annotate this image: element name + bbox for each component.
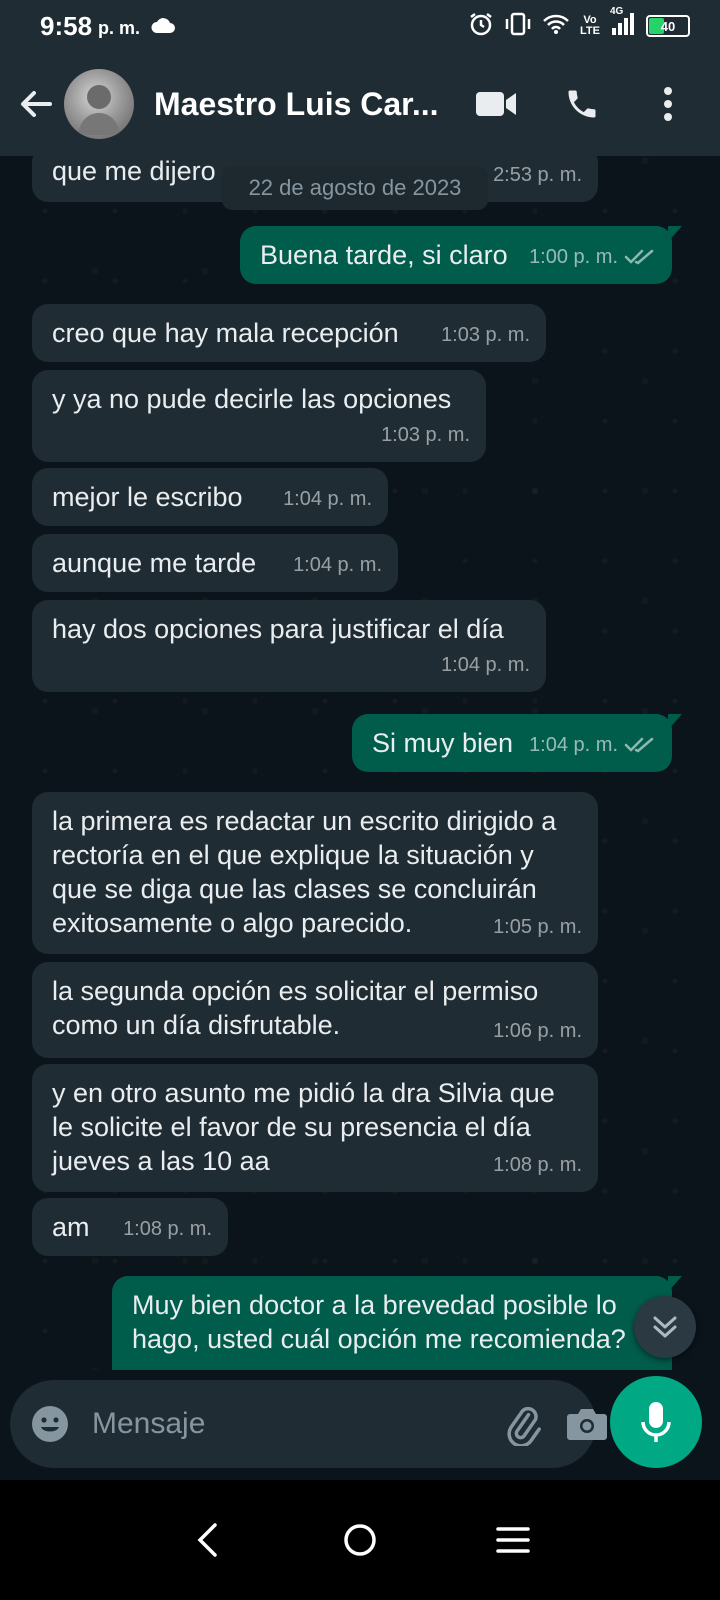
video-call-button[interactable] [472,80,520,128]
message-status: 1:00 p. m. [529,240,656,274]
voice-call-button[interactable] [558,80,606,128]
message-incoming[interactable]: aunque me tarde 1:04 p. m. [32,534,398,592]
double-check-icon [624,249,654,265]
double-check-icon [624,737,654,753]
message-time: 1:04 p. m. [293,554,382,576]
system-nav-bar [0,1480,720,1600]
message-input[interactable] [92,1407,478,1441]
more-vert-icon [664,87,672,121]
message-time: 1:00 p. m. [529,246,618,268]
status-bar: 9:58 p. m. Vo LTE 4G 40 [0,0,720,52]
emoji-button[interactable] [30,1402,70,1446]
more-options-button[interactable] [644,80,692,128]
message-outgoing[interactable]: Buena tarde, si claro 1:00 p. m. [240,226,682,284]
message-incoming[interactable]: am 1:08 p. m. [32,1198,228,1256]
battery-level: 40 [660,18,676,34]
message-time: 1:08 p. m. [123,1218,212,1240]
network-gen: 4G [610,5,624,17]
attach-icon [507,1406,541,1446]
message-incoming[interactable]: mejor le escribo 1:04 p. m. [32,468,388,526]
message-outgoing[interactable]: Si muy bien 1:04 p. m. [352,714,682,772]
message-time: 1:04 p. m. [441,654,530,676]
message-text: que me dijero [52,156,216,186]
message-incoming[interactable]: y en otro asunto me pidió la dra Silvia … [32,1064,598,1192]
message-text: creo que hay mala recepción [52,318,399,348]
contact-name[interactable]: Maestro Luis Car... [154,86,454,123]
volte-indicator: Vo LTE [580,15,600,37]
video-call-icon [476,92,516,116]
status-ampm: p. m. [98,17,141,38]
camera-button[interactable] [566,1399,608,1449]
message-time: 1:05 p. m. [493,916,582,938]
message-outgoing[interactable]: Muy bien doctor a la brevedad posible lo… [112,1276,682,1370]
message-time: 1:08 p. m. [493,1154,582,1176]
message-text: Muy bien doctor a la brevedad posible lo… [132,1290,626,1354]
message-time: 1:03 p. m. [441,324,530,346]
avatar[interactable] [64,69,134,139]
cloud-icon [150,16,176,39]
message-status: 1:04 p. m. [529,728,656,762]
nav-home-button[interactable] [330,1510,390,1570]
message-text: la segunda opción es solicitar el permis… [52,976,539,1040]
message-time: 2:53 p. m. [493,164,582,186]
message-incoming[interactable]: creo que hay mala recepción 1:03 p. m. [32,304,546,362]
alarm-icon [468,11,494,42]
message-time: 1:04 p. m. [283,488,372,510]
date-separator: 22 de agosto de 2023 [222,166,488,210]
message-incoming[interactable]: hay dos opciones para justificar el día … [32,600,546,692]
message-time: 1:04 p. m. [529,734,618,756]
emoji-icon [32,1406,68,1442]
message-text: Buena tarde, si claro [260,240,508,270]
message-time: 1:03 p. m. [381,424,470,446]
message-text: Si muy bien [372,728,514,758]
battery-icon: 40 [646,15,690,37]
signal-icon: 4G [610,6,636,41]
chevron-double-down-icon [653,1316,677,1338]
message-text: hay dos opciones para justificar el día [52,614,504,644]
nav-home-icon [344,1524,376,1556]
status-time: 9:58 [40,10,93,41]
message-incoming[interactable]: la segunda opción es solicitar el permis… [32,962,598,1058]
scroll-to-bottom-button[interactable] [634,1296,696,1358]
vibrate-icon [504,12,532,41]
wifi-icon [542,13,570,40]
phone-icon [568,90,596,118]
message-text: y en otro asunto me pidió la dra Silvia … [52,1078,555,1176]
attach-button[interactable] [500,1399,544,1449]
message-composer [10,1380,607,1468]
message-text: la primera es redactar un escrito dirigi… [52,806,557,938]
nav-recents-button[interactable] [483,1510,543,1570]
message-incoming[interactable]: y ya no pude decirle las opciones 1:03 p… [32,370,486,462]
nav-recents-icon [496,1527,531,1553]
message-text: y ya no pude decirle las opciones [52,384,452,414]
message-text: aunque me tarde [52,548,257,578]
back-button[interactable] [8,76,64,132]
message-incoming[interactable]: la primera es redactar un escrito dirigi… [32,792,598,954]
message-list[interactable]: que me dijero 2:53 p. m. 22 de agosto de… [0,156,720,1370]
camera-icon [567,1409,607,1440]
message-time: 1:06 p. m. [493,1020,582,1042]
back-arrow-icon [21,91,52,117]
mic-icon [641,1402,671,1442]
chat-header: Maestro Luis Car... [0,52,720,156]
nav-back-icon [197,1523,217,1557]
nav-back-button[interactable] [177,1510,237,1570]
volte-bottom: LTE [580,25,600,37]
voice-message-button[interactable] [610,1376,702,1468]
message-text: am [52,1212,90,1242]
message-text: mejor le escribo [52,482,243,512]
